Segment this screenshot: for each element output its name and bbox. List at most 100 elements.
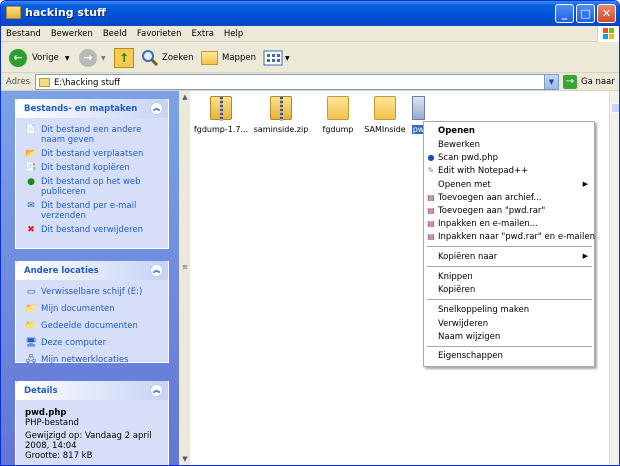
minimize-button[interactable]: _: [555, 4, 574, 23]
task-move[interactable]: 📂 Dit bestand verplaatsen: [16, 147, 168, 161]
folder-item[interactable]: SAMInside: [361, 96, 409, 134]
task-publish[interactable]: ● Dit bestand op het web publiceren: [16, 175, 168, 199]
other-places-header[interactable]: Andere locaties ︽: [16, 261, 168, 280]
menu-item-properties[interactable]: Eigenschappen: [438, 351, 503, 361]
menu-item-edit[interactable]: Bewerken: [438, 140, 480, 150]
globe-icon: ●: [27, 177, 35, 187]
menu-separator: [427, 299, 592, 300]
file-tasks-title: Bestands- en maptaken: [24, 104, 138, 114]
search-button[interactable]: Zoeken: [141, 46, 194, 70]
scroll-up-icon[interactable]: ▲: [181, 93, 189, 103]
folders-label: Mappen: [222, 53, 256, 63]
scroll-down-icon[interactable]: ▼: [181, 455, 189, 465]
computer-icon: 🖥: [25, 338, 37, 348]
menu-favorieten[interactable]: Favorieten: [132, 26, 187, 39]
file-item[interactable]: fgdump-1.7...: [191, 96, 251, 134]
place-my-documents[interactable]: 📁 Mijn documenten: [16, 302, 168, 316]
task-delete[interactable]: ✖ Dit bestand verwijderen: [16, 223, 168, 237]
menu-item-create-shortcut[interactable]: Snelkoppeling maken: [438, 305, 529, 315]
vertical-scrollbar[interactable]: [609, 91, 619, 465]
details-size: Grootte: 817 kB: [25, 451, 93, 461]
menu-item-scan[interactable]: Scan pwd.php: [438, 153, 498, 163]
toolbar: ← Vorige ▼ → ▼ ↑ Zoeken Mappen ▼: [1, 43, 619, 73]
file-tasks-header[interactable]: Bestands- en maptaken ︽: [16, 99, 168, 118]
folder-icon: [374, 96, 396, 120]
php-file-icon: [412, 96, 425, 120]
folder-icon: 📁: [25, 304, 37, 314]
archive-icon: ▤: [427, 232, 435, 241]
views-icon: [263, 50, 283, 66]
details-header[interactable]: Details ︽: [16, 381, 168, 400]
network-icon: 🖧: [25, 355, 37, 365]
task-copy[interactable]: 📑 Dit bestand kopiëren: [16, 161, 168, 175]
other-places-title: Andere locaties: [24, 266, 99, 276]
address-dropdown-button[interactable]: ▼: [544, 75, 558, 89]
file-item[interactable]: saminside.zip: [252, 96, 310, 134]
back-arrow-icon: ←: [9, 49, 27, 67]
menu-item-copy[interactable]: Kopiëren: [438, 285, 475, 295]
place-label: Mijn netwerklocaties: [41, 355, 129, 365]
title-bar[interactable]: hacking stuff _ □ ✕: [1, 1, 619, 26]
up-button[interactable]: ↑: [114, 46, 134, 70]
menu-item-add-rar[interactable]: Toevoegen aan "pwd.rar": [438, 206, 545, 216]
folder-item[interactable]: fgdump: [313, 96, 363, 134]
collapse-chevron-icon[interactable]: ︽: [150, 264, 163, 277]
menu-extra[interactable]: Extra: [186, 26, 218, 39]
task-email[interactable]: ✉ Dit bestand per e-mail verzenden: [16, 199, 168, 223]
task-label: Dit bestand verplaatsen: [41, 149, 144, 159]
folder-icon: [39, 78, 50, 87]
explorer-window: hacking stuff _ □ ✕ Bestand Bewerken Beeld…: [0, 0, 620, 466]
menu-item-open-with[interactable]: Openen met: [438, 180, 491, 190]
close-button[interactable]: ✕: [597, 4, 616, 23]
menu-bestand[interactable]: Bestand: [1, 26, 46, 39]
place-removable-drive[interactable]: ▭ Verwisselbare schijf (E:): [16, 285, 168, 299]
place-shared-documents[interactable]: 📁 Gedeelde documenten: [16, 319, 168, 333]
menu-help[interactable]: Help: [219, 26, 248, 39]
go-button[interactable]: → Ga naar: [563, 75, 615, 89]
details-filename: pwd.php: [25, 408, 67, 418]
place-label: Verwisselbare schijf (E:): [41, 287, 143, 297]
menu-bar: Bestand Bewerken Beeld Favorieten Extra Help: [1, 26, 619, 42]
archive-icon: ▤: [427, 206, 435, 215]
forward-dropdown-icon[interactable]: ▼: [101, 55, 106, 62]
rename-icon: 📄: [25, 125, 37, 135]
details-filetype: PHP-bestand: [25, 418, 79, 428]
menu-item-open[interactable]: Openen: [438, 126, 475, 136]
menu-item-notepad[interactable]: Edit with Notepad++: [438, 166, 528, 176]
pane-splitter[interactable]: ▲ ≡ ▼: [179, 91, 191, 465]
back-button[interactable]: ← Vorige ▼: [9, 46, 69, 70]
menu-item-rename[interactable]: Naam wijzigen: [438, 332, 500, 342]
views-button[interactable]: ▼: [263, 46, 290, 70]
task-label: Dit bestand kopiëren: [41, 163, 130, 173]
menu-beeld[interactable]: Beeld: [98, 26, 132, 39]
address-input[interactable]: E:\hacking stuff ▼: [35, 74, 559, 90]
scroll-thumb[interactable]: [611, 103, 619, 113]
menu-item-delete[interactable]: Verwijderen: [438, 319, 488, 329]
delete-icon: ✖: [27, 225, 35, 235]
search-label: Zoeken: [162, 53, 194, 63]
submenu-arrow-icon: ▶: [582, 252, 588, 260]
forward-button[interactable]: → ▼: [79, 46, 106, 70]
zip-file-icon: [270, 96, 292, 121]
task-rename[interactable]: 📄 Dit bestand een andere naam geven: [16, 123, 168, 147]
zip-file-icon: [210, 96, 232, 121]
details-title: Details: [24, 386, 58, 396]
context-menu: Openen Bewerken ● Scan pwd.php ✎ Edit wi…: [423, 121, 595, 367]
place-my-computer[interactable]: 🖥 Deze computer: [16, 336, 168, 350]
menu-item-pack-rar-email[interactable]: Inpakken naar "pwd.rar" en e-mailen: [438, 232, 595, 242]
submenu-arrow-icon: ▶: [582, 180, 588, 188]
folder-icon: [327, 96, 349, 120]
collapse-chevron-icon[interactable]: ︽: [150, 102, 163, 115]
menu-item-send-to[interactable]: Kopiëren naar: [438, 252, 497, 262]
menu-bewerken[interactable]: Bewerken: [46, 26, 98, 39]
maximize-button[interactable]: □: [576, 4, 595, 23]
menu-item-cut[interactable]: Knippen: [438, 272, 473, 282]
folders-button[interactable]: Mappen: [201, 46, 256, 70]
collapse-chevron-icon[interactable]: ︽: [150, 384, 163, 397]
place-network[interactable]: 🖧 Mijn netwerklocaties: [16, 353, 168, 367]
email-icon: ✉: [27, 201, 35, 211]
back-dropdown-icon[interactable]: ▼: [65, 55, 70, 62]
menu-item-add-archive[interactable]: Toevoegen aan archief...: [438, 193, 542, 203]
menu-item-pack-email[interactable]: Inpakken en e-mailen...: [438, 219, 538, 229]
archive-icon: ▤: [427, 219, 435, 228]
